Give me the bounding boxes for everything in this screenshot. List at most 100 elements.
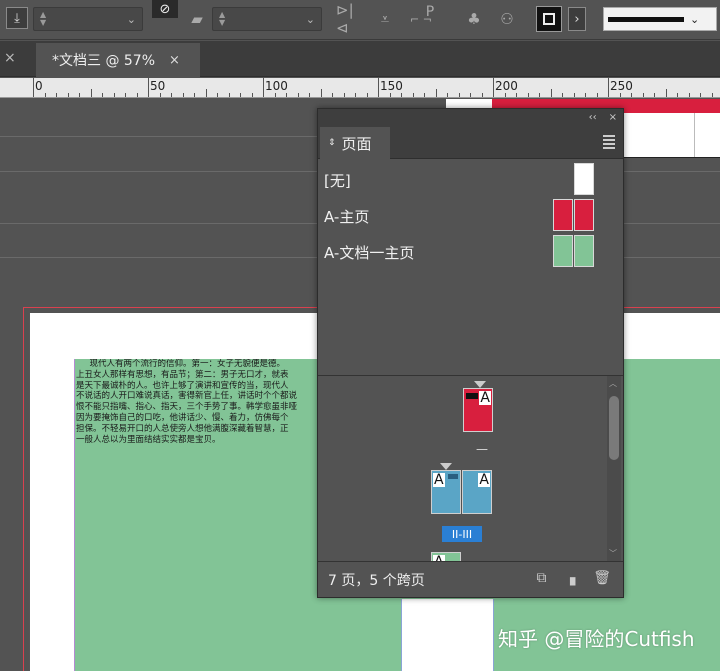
- ruler-tick: [274, 93, 276, 97]
- chain-link-icon[interactable]: ⊘: [152, 0, 178, 18]
- ruler-tick: [228, 93, 230, 97]
- ruler-tick: [608, 78, 609, 97]
- pages-scrollbar[interactable]: ︿ ﹀: [607, 376, 621, 561]
- page-thumbnail: [553, 235, 573, 267]
- page-master-letter: A: [433, 472, 445, 488]
- ruler-tick: [355, 93, 356, 97]
- scroll-thumb[interactable]: [609, 396, 619, 460]
- ruler-tick: [711, 93, 713, 97]
- ruler-tick: [493, 78, 494, 97]
- tab-pages[interactable]: ⇕ 页面: [320, 127, 390, 159]
- text-frame-icon[interactable]: ⤓: [6, 7, 28, 29]
- ruler-tick: [665, 89, 667, 97]
- stepper-icon[interactable]: ▲ ▼: [40, 11, 46, 27]
- pages-tab-label: 页面: [341, 134, 372, 153]
- delete-page-icon[interactable]: 🗑: [593, 570, 611, 586]
- ruler-tick: [470, 93, 471, 97]
- ruler-tick: [573, 93, 575, 97]
- pages-section[interactable]: A — A A II-III A ︿ ﹀: [318, 376, 623, 561]
- stroke-fill-icon[interactable]: [536, 6, 562, 32]
- ruler-tick: [688, 93, 690, 97]
- stepper-icon[interactable]: ▲ ▼: [219, 11, 225, 27]
- ruler-tick: [677, 93, 678, 97]
- chevron-down-icon: ⌄: [305, 12, 315, 26]
- page-marker-icon: [474, 381, 486, 388]
- select-container-icon[interactable]: ♣: [462, 7, 486, 31]
- close-icon[interactable]: ×: [4, 50, 16, 66]
- tab-document[interactable]: *文档三 @ 57% ×: [36, 43, 200, 77]
- close-icon[interactable]: ×: [609, 112, 617, 123]
- flip-horizontal-icon[interactable]: ⊳|⊲: [336, 1, 366, 37]
- page-thumbnail[interactable]: A: [463, 388, 493, 432]
- control-bar: ⤓ ▲ ▼ ⌄ ⊘ ▰ ▲ ▼ ⌄ ⊳|⊲ ⩡ ⌐ ¬ P ♣ ⚇ › ⌄: [0, 0, 720, 40]
- document-tab-title: *文档三 @ 57%: [52, 53, 156, 69]
- master-a[interactable]: A-主页: [324, 199, 614, 233]
- ruler-tick: [539, 93, 540, 97]
- ruler-tick: [171, 93, 172, 97]
- master-none[interactable]: [无]: [324, 163, 614, 197]
- ruler-tick: [251, 93, 253, 97]
- ruler-tick: [435, 89, 437, 97]
- body-text-frame[interactable]: 现代人有两个流行的信仰。第一：女子无貌便是德。 上丑女人那样有思想，有品节；第二…: [76, 359, 320, 445]
- ruler-tick: [33, 78, 34, 97]
- scroll-down-icon[interactable]: ﹀: [609, 548, 617, 559]
- chevron-down-icon: ⌄: [126, 12, 136, 26]
- margin-guide: [694, 113, 695, 157]
- master-label: [无]: [324, 171, 351, 190]
- ruler-tick: [125, 93, 126, 97]
- stroke-style-dropdown[interactable]: ⌄: [603, 7, 717, 31]
- ruler-label: 50: [150, 79, 166, 93]
- ruler-tick: [113, 93, 115, 97]
- ruler-tick: [56, 93, 57, 97]
- shear-dropdown[interactable]: ▲ ▼ ⌄: [212, 7, 322, 31]
- ruler-label: 100: [265, 79, 288, 93]
- page-content-mark: [466, 393, 478, 399]
- page-content-mark: [448, 474, 458, 479]
- document-tab-bar: × *文档三 @ 57% ×: [0, 41, 720, 77]
- ruler-tick: [585, 93, 586, 97]
- select-content-icon[interactable]: ⚇: [494, 7, 520, 31]
- ruler-tick: [412, 93, 414, 97]
- page-thumbnail: [574, 199, 594, 231]
- ruler-label: 0: [35, 79, 43, 93]
- ruler-tick: [286, 93, 287, 97]
- master-a-doc1[interactable]: A-文档一主页: [324, 235, 614, 269]
- stroke-style-preview: [608, 16, 684, 22]
- ruler-tick: [550, 89, 552, 97]
- spread-number-label[interactable]: II-III: [442, 526, 482, 542]
- panel-menu-icon[interactable]: [603, 135, 615, 151]
- page-marker-icon: [440, 463, 452, 470]
- ruler-tick: [366, 93, 368, 97]
- master-thumbnail: [553, 199, 594, 231]
- watermark: 知乎 @冒险的Cutfish: [498, 627, 695, 651]
- page-count-status: 7 页，5 个跨页: [328, 572, 425, 589]
- margin-guide: [493, 599, 494, 671]
- edit-page-size-icon[interactable]: ⧉: [536, 570, 546, 586]
- ruler-tick: [159, 93, 161, 97]
- shear-icon: ▰: [191, 10, 203, 28]
- master-label: A-文档一主页: [324, 243, 415, 262]
- expand-toggle-icon[interactable]: ⇕: [328, 138, 336, 148]
- collapse-icon[interactable]: ‹‹: [589, 112, 597, 123]
- page-thumbnail[interactable]: A: [431, 552, 461, 561]
- ruler-tick: [309, 93, 310, 97]
- ruler-tick: [619, 93, 621, 97]
- ruler-tick: [44, 93, 46, 97]
- panel-tab-strip: ⇕ 页面: [318, 125, 623, 159]
- ruler-tick: [205, 89, 207, 97]
- ruler-tick: [217, 93, 218, 97]
- ruler-tick: [516, 93, 517, 97]
- ruler-tick: [343, 93, 345, 97]
- close-icon[interactable]: ×: [169, 53, 180, 68]
- flip-vertical-icon[interactable]: ⩡: [372, 7, 398, 31]
- new-page-icon[interactable]: ▗: [564, 570, 575, 586]
- page-thumbnail[interactable]: A: [462, 470, 492, 514]
- weight-dropdown[interactable]: ▲ ▼ ⌄: [33, 7, 143, 31]
- horizontal-ruler[interactable]: 05010015020025030: [0, 78, 720, 98]
- chevron-right-icon[interactable]: ›: [568, 7, 586, 31]
- scroll-up-icon[interactable]: ︿: [609, 378, 617, 389]
- page-thumbnail[interactable]: A: [431, 470, 461, 514]
- ruler-tick: [332, 93, 333, 97]
- ruler-tick: [194, 93, 195, 97]
- page-master-letter: A: [478, 472, 490, 488]
